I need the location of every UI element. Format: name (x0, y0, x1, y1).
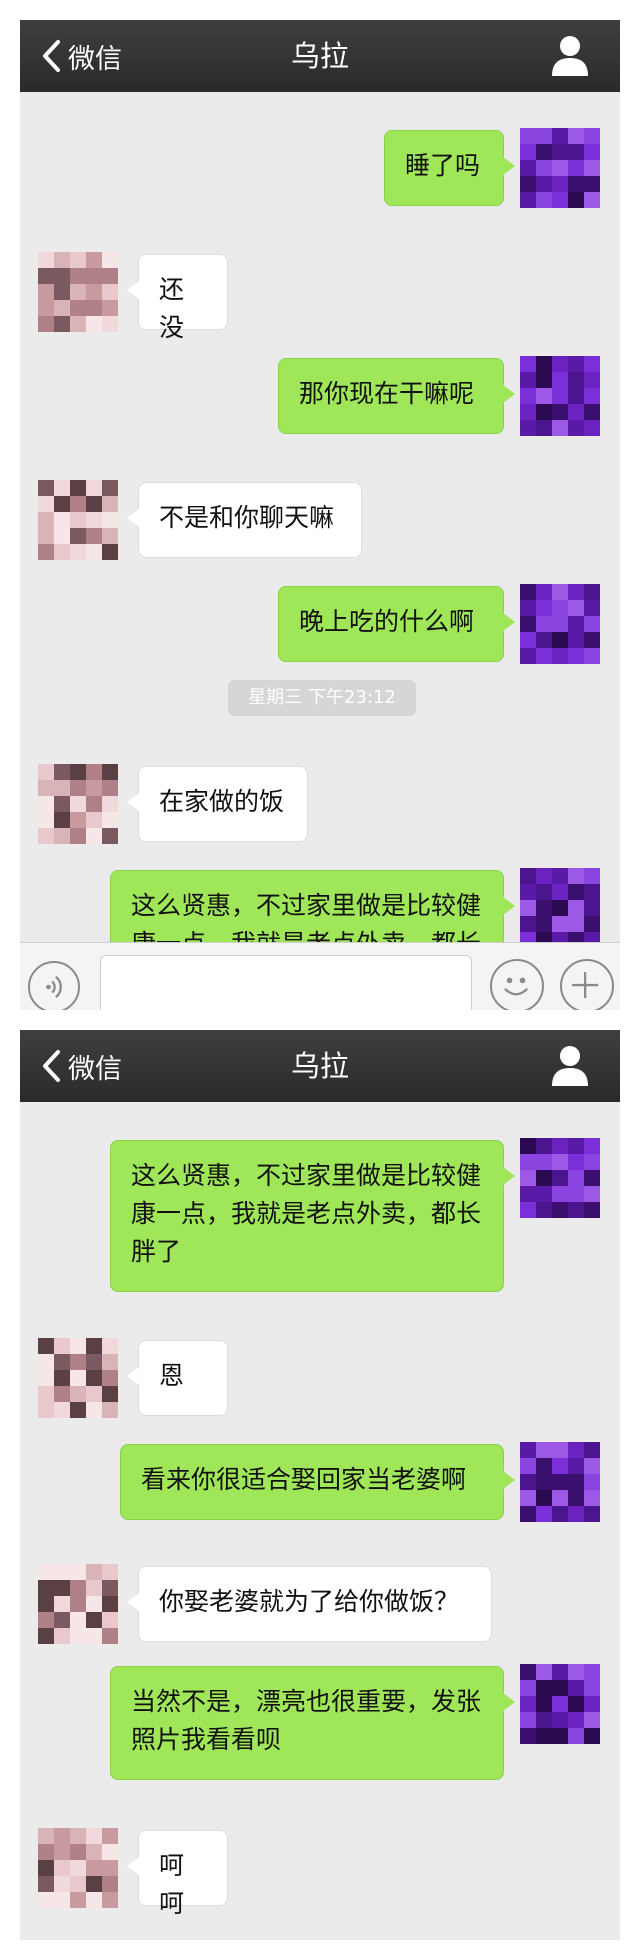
contact-avatar[interactable] (38, 252, 118, 332)
contact-avatar[interactable] (38, 764, 118, 844)
back-label: 微信 (68, 43, 122, 75)
message-bubble-sent[interactable]: 当然不是，漂亮也很重要，发张照片我看看呗 (110, 1666, 515, 1780)
back-button[interactable]: 微信 (38, 20, 122, 92)
my-avatar[interactable] (520, 1664, 600, 1744)
contact-avatar[interactable] (38, 480, 118, 560)
back-button[interactable]: 微信 (38, 1030, 122, 1102)
chevron-left-icon (43, 40, 60, 72)
message-bubble-received[interactable]: 还没 (127, 254, 228, 342)
message-bubble-sent[interactable]: 看来你很适合娶回家当老婆啊 (120, 1444, 515, 1520)
chat-screen-2: 微信 乌拉 这么贤惠，不过家里做是比较健康一点，我就是老点外卖，都长胖了 恩 看… (20, 1030, 620, 1940)
message-bubble-sent[interactable]: 晚上吃的什么啊 (278, 586, 515, 662)
chat-header: 微信 乌拉 (20, 1030, 620, 1102)
timestamp: 星期三 下午23:12 (228, 680, 416, 716)
message-bubble-received[interactable]: 在家做的饭 (127, 766, 308, 842)
my-avatar[interactable] (520, 356, 600, 436)
back-label: 微信 (68, 1053, 122, 1085)
message-bubble-received[interactable]: 你娶老婆就为了给你做饭？ (127, 1566, 492, 1642)
contact-avatar[interactable] (38, 1338, 118, 1418)
my-avatar[interactable] (520, 128, 600, 208)
message-bubble-sent[interactable]: 那你现在干嘛呢 (278, 358, 515, 434)
emoji-button[interactable] (490, 959, 544, 1010)
contact-avatar[interactable] (38, 1564, 118, 1644)
message-bubble-received[interactable]: 不是和你聊天嘛 (127, 482, 362, 558)
voice-button[interactable] (28, 961, 80, 1010)
message-bubble-received[interactable]: 恩 (127, 1340, 228, 1416)
my-avatar[interactable] (520, 868, 600, 948)
person-icon[interactable] (550, 34, 590, 76)
voice-icon (46, 975, 62, 999)
my-avatar[interactable] (520, 584, 600, 664)
chat-screen-1: 微信 乌拉 睡了吗 还没 那你现在干嘛呢 不是和你聊天嘛 晚上吃的什么啊 星期三… (20, 20, 620, 1010)
my-avatar[interactable] (520, 1442, 600, 1522)
plus-icon (572, 972, 599, 999)
message-input[interactable] (100, 955, 472, 1010)
my-avatar[interactable] (520, 1138, 600, 1218)
chat-header: 微信 乌拉 (20, 20, 620, 92)
contact-avatar[interactable] (38, 1828, 118, 1908)
message-bubble-sent[interactable]: 这么贤惠，不过家里做是比较健康一点，我就是老点外卖，都长胖了 (110, 1140, 515, 1292)
chevron-left-icon (43, 1050, 60, 1082)
more-button[interactable] (560, 959, 614, 1010)
message-bubble-sent[interactable]: 睡了吗 (384, 130, 515, 206)
input-bar (20, 942, 620, 1010)
smiley-icon (504, 977, 529, 996)
person-icon[interactable] (550, 1044, 590, 1086)
message-bubble-received[interactable]: 呵呵 (127, 1830, 228, 1918)
